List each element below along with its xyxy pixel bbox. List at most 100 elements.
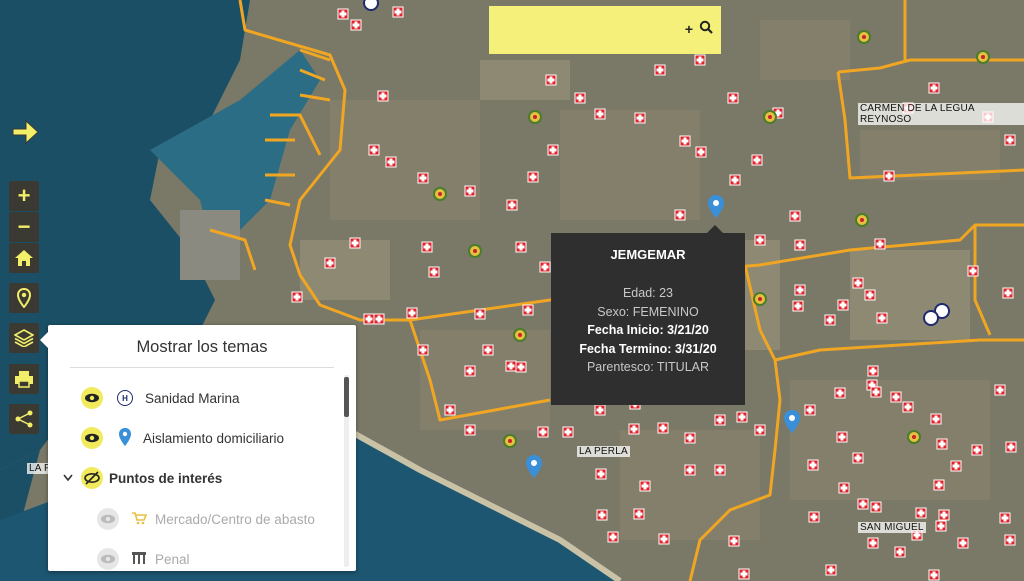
police-station-marker[interactable]: [857, 30, 871, 44]
red-cross-marker[interactable]: [474, 308, 486, 320]
red-cross-marker[interactable]: [515, 241, 527, 253]
red-cross-marker[interactable]: [684, 432, 696, 444]
red-cross-marker[interactable]: [607, 531, 619, 543]
red-cross-marker[interactable]: [539, 261, 551, 273]
red-cross-marker[interactable]: [874, 238, 886, 250]
red-cross-marker[interactable]: [574, 92, 586, 104]
police-station-marker[interactable]: [907, 430, 921, 444]
red-cross-marker[interactable]: [890, 391, 902, 403]
red-cross-marker[interactable]: [794, 284, 806, 296]
red-cross-marker[interactable]: [406, 307, 418, 319]
red-cross-marker[interactable]: [824, 314, 836, 326]
red-cross-marker[interactable]: [928, 569, 940, 581]
red-cross-marker[interactable]: [363, 313, 375, 325]
red-cross-marker[interactable]: [751, 154, 763, 166]
red-cross-marker[interactable]: [674, 209, 686, 221]
red-cross-marker[interactable]: [736, 411, 748, 423]
red-cross-marker[interactable]: [794, 239, 806, 251]
red-cross-marker[interactable]: [464, 424, 476, 436]
red-cross-marker[interactable]: [324, 257, 336, 269]
red-cross-marker[interactable]: [729, 174, 741, 186]
police-station-marker[interactable]: [468, 244, 482, 258]
red-cross-marker[interactable]: [867, 365, 879, 377]
zoom-out-button[interactable]: −: [9, 212, 39, 242]
red-cross-marker[interactable]: [349, 237, 361, 249]
red-cross-marker[interactable]: [870, 501, 882, 513]
red-cross-marker[interactable]: [428, 266, 440, 278]
red-cross-marker[interactable]: [373, 313, 385, 325]
red-cross-marker[interactable]: [864, 289, 876, 301]
layer-item-aislamiento[interactable]: Aislamiento domiciliario: [48, 425, 284, 451]
red-cross-marker[interactable]: [994, 384, 1006, 396]
red-cross-marker[interactable]: [754, 424, 766, 436]
red-cross-marker[interactable]: [545, 74, 557, 86]
red-cross-marker[interactable]: [808, 511, 820, 523]
red-cross-marker[interactable]: [595, 468, 607, 480]
police-station-marker[interactable]: [976, 50, 990, 64]
red-cross-marker[interactable]: [377, 90, 389, 102]
red-cross-marker[interactable]: [464, 185, 476, 197]
red-cross-marker[interactable]: [684, 464, 696, 476]
red-cross-marker[interactable]: [825, 564, 837, 576]
red-cross-marker[interactable]: [506, 199, 518, 211]
red-cross-marker[interactable]: [876, 312, 888, 324]
eye-icon[interactable]: [81, 387, 103, 409]
red-cross-marker[interactable]: [834, 387, 846, 399]
red-cross-marker[interactable]: [464, 365, 476, 377]
red-cross-marker[interactable]: [936, 438, 948, 450]
red-cross-marker[interactable]: [658, 533, 670, 545]
red-cross-marker[interactable]: [935, 520, 947, 532]
red-cross-marker[interactable]: [515, 361, 527, 373]
layer-group-puntos-de-interes[interactable]: Puntos de interés: [48, 465, 222, 491]
red-cross-marker[interactable]: [852, 452, 864, 464]
red-cross-marker[interactable]: [838, 482, 850, 494]
hospital-h-icon[interactable]: [363, 0, 379, 11]
expand-panel-button[interactable]: [9, 116, 41, 148]
red-cross-marker[interactable]: [562, 426, 574, 438]
police-station-marker[interactable]: [763, 110, 777, 124]
red-cross-marker[interactable]: [596, 509, 608, 521]
red-cross-marker[interactable]: [628, 423, 640, 435]
red-cross-marker[interactable]: [754, 234, 766, 246]
red-cross-marker[interactable]: [421, 241, 433, 253]
police-station-marker[interactable]: [753, 292, 767, 306]
red-cross-marker[interactable]: [291, 291, 303, 303]
red-cross-marker[interactable]: [385, 156, 397, 168]
red-cross-marker[interactable]: [738, 568, 750, 580]
layer-item-mercado[interactable]: Mercado/Centro de abasto: [48, 506, 315, 532]
red-cross-marker[interactable]: [971, 444, 983, 456]
red-cross-marker[interactable]: [505, 360, 517, 372]
print-button[interactable]: [9, 364, 39, 394]
red-cross-marker[interactable]: [634, 112, 646, 124]
red-cross-marker[interactable]: [368, 144, 380, 156]
red-cross-marker[interactable]: [967, 265, 979, 277]
search-box[interactable]: +: [489, 6, 721, 54]
red-cross-marker[interactable]: [444, 404, 456, 416]
eye-slash-icon[interactable]: [81, 467, 103, 489]
red-cross-marker[interactable]: [1004, 134, 1016, 146]
red-cross-marker[interactable]: [639, 480, 651, 492]
red-cross-marker[interactable]: [857, 498, 869, 510]
red-cross-marker[interactable]: [392, 6, 404, 18]
scrollbar-thumb[interactable]: [344, 377, 349, 417]
red-cross-marker[interactable]: [902, 401, 914, 413]
red-cross-marker[interactable]: [894, 546, 906, 558]
red-cross-marker[interactable]: [933, 479, 945, 491]
layer-item-sanidad-marina[interactable]: H Sanidad Marina: [48, 385, 240, 411]
share-button[interactable]: [9, 404, 39, 434]
red-cross-marker[interactable]: [883, 170, 895, 182]
eye-icon[interactable]: [97, 548, 119, 570]
red-cross-marker[interactable]: [999, 512, 1011, 524]
red-cross-marker[interactable]: [594, 108, 606, 120]
home-button[interactable]: [9, 243, 39, 273]
red-cross-marker[interactable]: [482, 344, 494, 356]
red-cross-marker[interactable]: [1005, 441, 1017, 453]
red-cross-marker[interactable]: [792, 300, 804, 312]
red-cross-marker[interactable]: [867, 537, 879, 549]
red-cross-marker[interactable]: [657, 422, 669, 434]
chevron-down-icon[interactable]: [63, 471, 73, 485]
red-cross-marker[interactable]: [728, 535, 740, 547]
red-cross-marker[interactable]: [915, 507, 927, 519]
police-station-marker[interactable]: [855, 213, 869, 227]
red-cross-marker[interactable]: [695, 146, 707, 158]
